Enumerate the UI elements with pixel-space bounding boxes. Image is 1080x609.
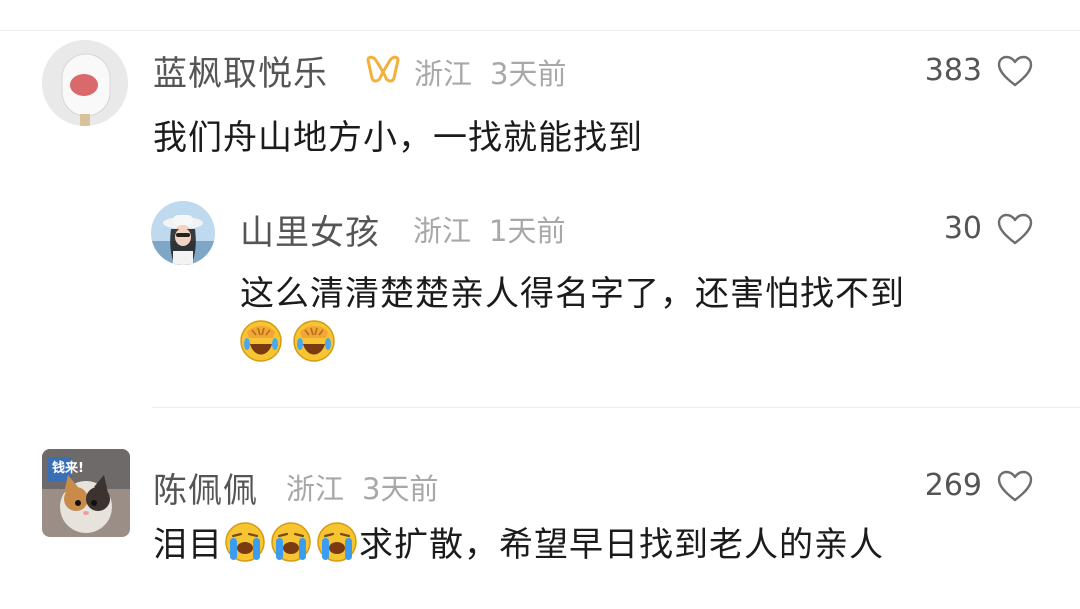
avatar[interactable] xyxy=(151,201,215,265)
comment-divider xyxy=(152,407,1080,408)
crying-emoji-icon xyxy=(271,521,311,562)
location: 浙江 xyxy=(414,57,473,91)
username[interactable]: 蓝枫取悦乐 xyxy=(153,46,328,95)
comment-text-prefix: 泪目 xyxy=(153,525,223,565)
comment-text-suffix: 求扩散，希望早日找到老人的亲人 xyxy=(359,525,884,565)
top-divider xyxy=(0,30,1080,31)
facepalm-laugh-emoji-icon xyxy=(293,320,335,362)
timestamp: 1天前 xyxy=(489,214,566,248)
comment-text-line: 泪目 求扩散，希望早日找到老人的亲人 xyxy=(153,517,884,567)
like-count: 269 xyxy=(924,468,982,503)
heart-icon[interactable] xyxy=(997,55,1033,87)
crying-emoji-icon xyxy=(225,521,265,562)
like-count: 30 xyxy=(943,211,982,246)
facepalm-laugh-emoji-icon xyxy=(240,320,282,362)
comment-text: 我们舟山地方小，一找就能找到 xyxy=(153,118,643,158)
comment-text: 这么清清楚楚亲人得名字了，还害怕找不到 xyxy=(240,274,905,314)
avatar[interactable]: 钱来! xyxy=(42,449,130,537)
crying-emoji-icon xyxy=(317,521,357,562)
heart-icon[interactable] xyxy=(997,213,1033,245)
location: 浙江 xyxy=(413,214,472,248)
avatar-caption: 钱来! xyxy=(52,461,84,476)
location: 浙江 xyxy=(286,472,345,506)
heart-icon[interactable] xyxy=(997,470,1033,502)
emoji-row xyxy=(238,318,337,366)
username[interactable]: 陈佩佩 xyxy=(153,463,258,512)
vip-badge-icon xyxy=(366,55,400,83)
girl-avatar-image xyxy=(151,201,215,265)
like-count: 383 xyxy=(924,53,982,88)
timestamp: 3天前 xyxy=(490,57,567,91)
timestamp: 3天前 xyxy=(362,472,439,506)
popsicle-avatar-image xyxy=(42,40,128,126)
avatar[interactable] xyxy=(42,40,128,126)
username[interactable]: 山里女孩 xyxy=(240,205,380,254)
